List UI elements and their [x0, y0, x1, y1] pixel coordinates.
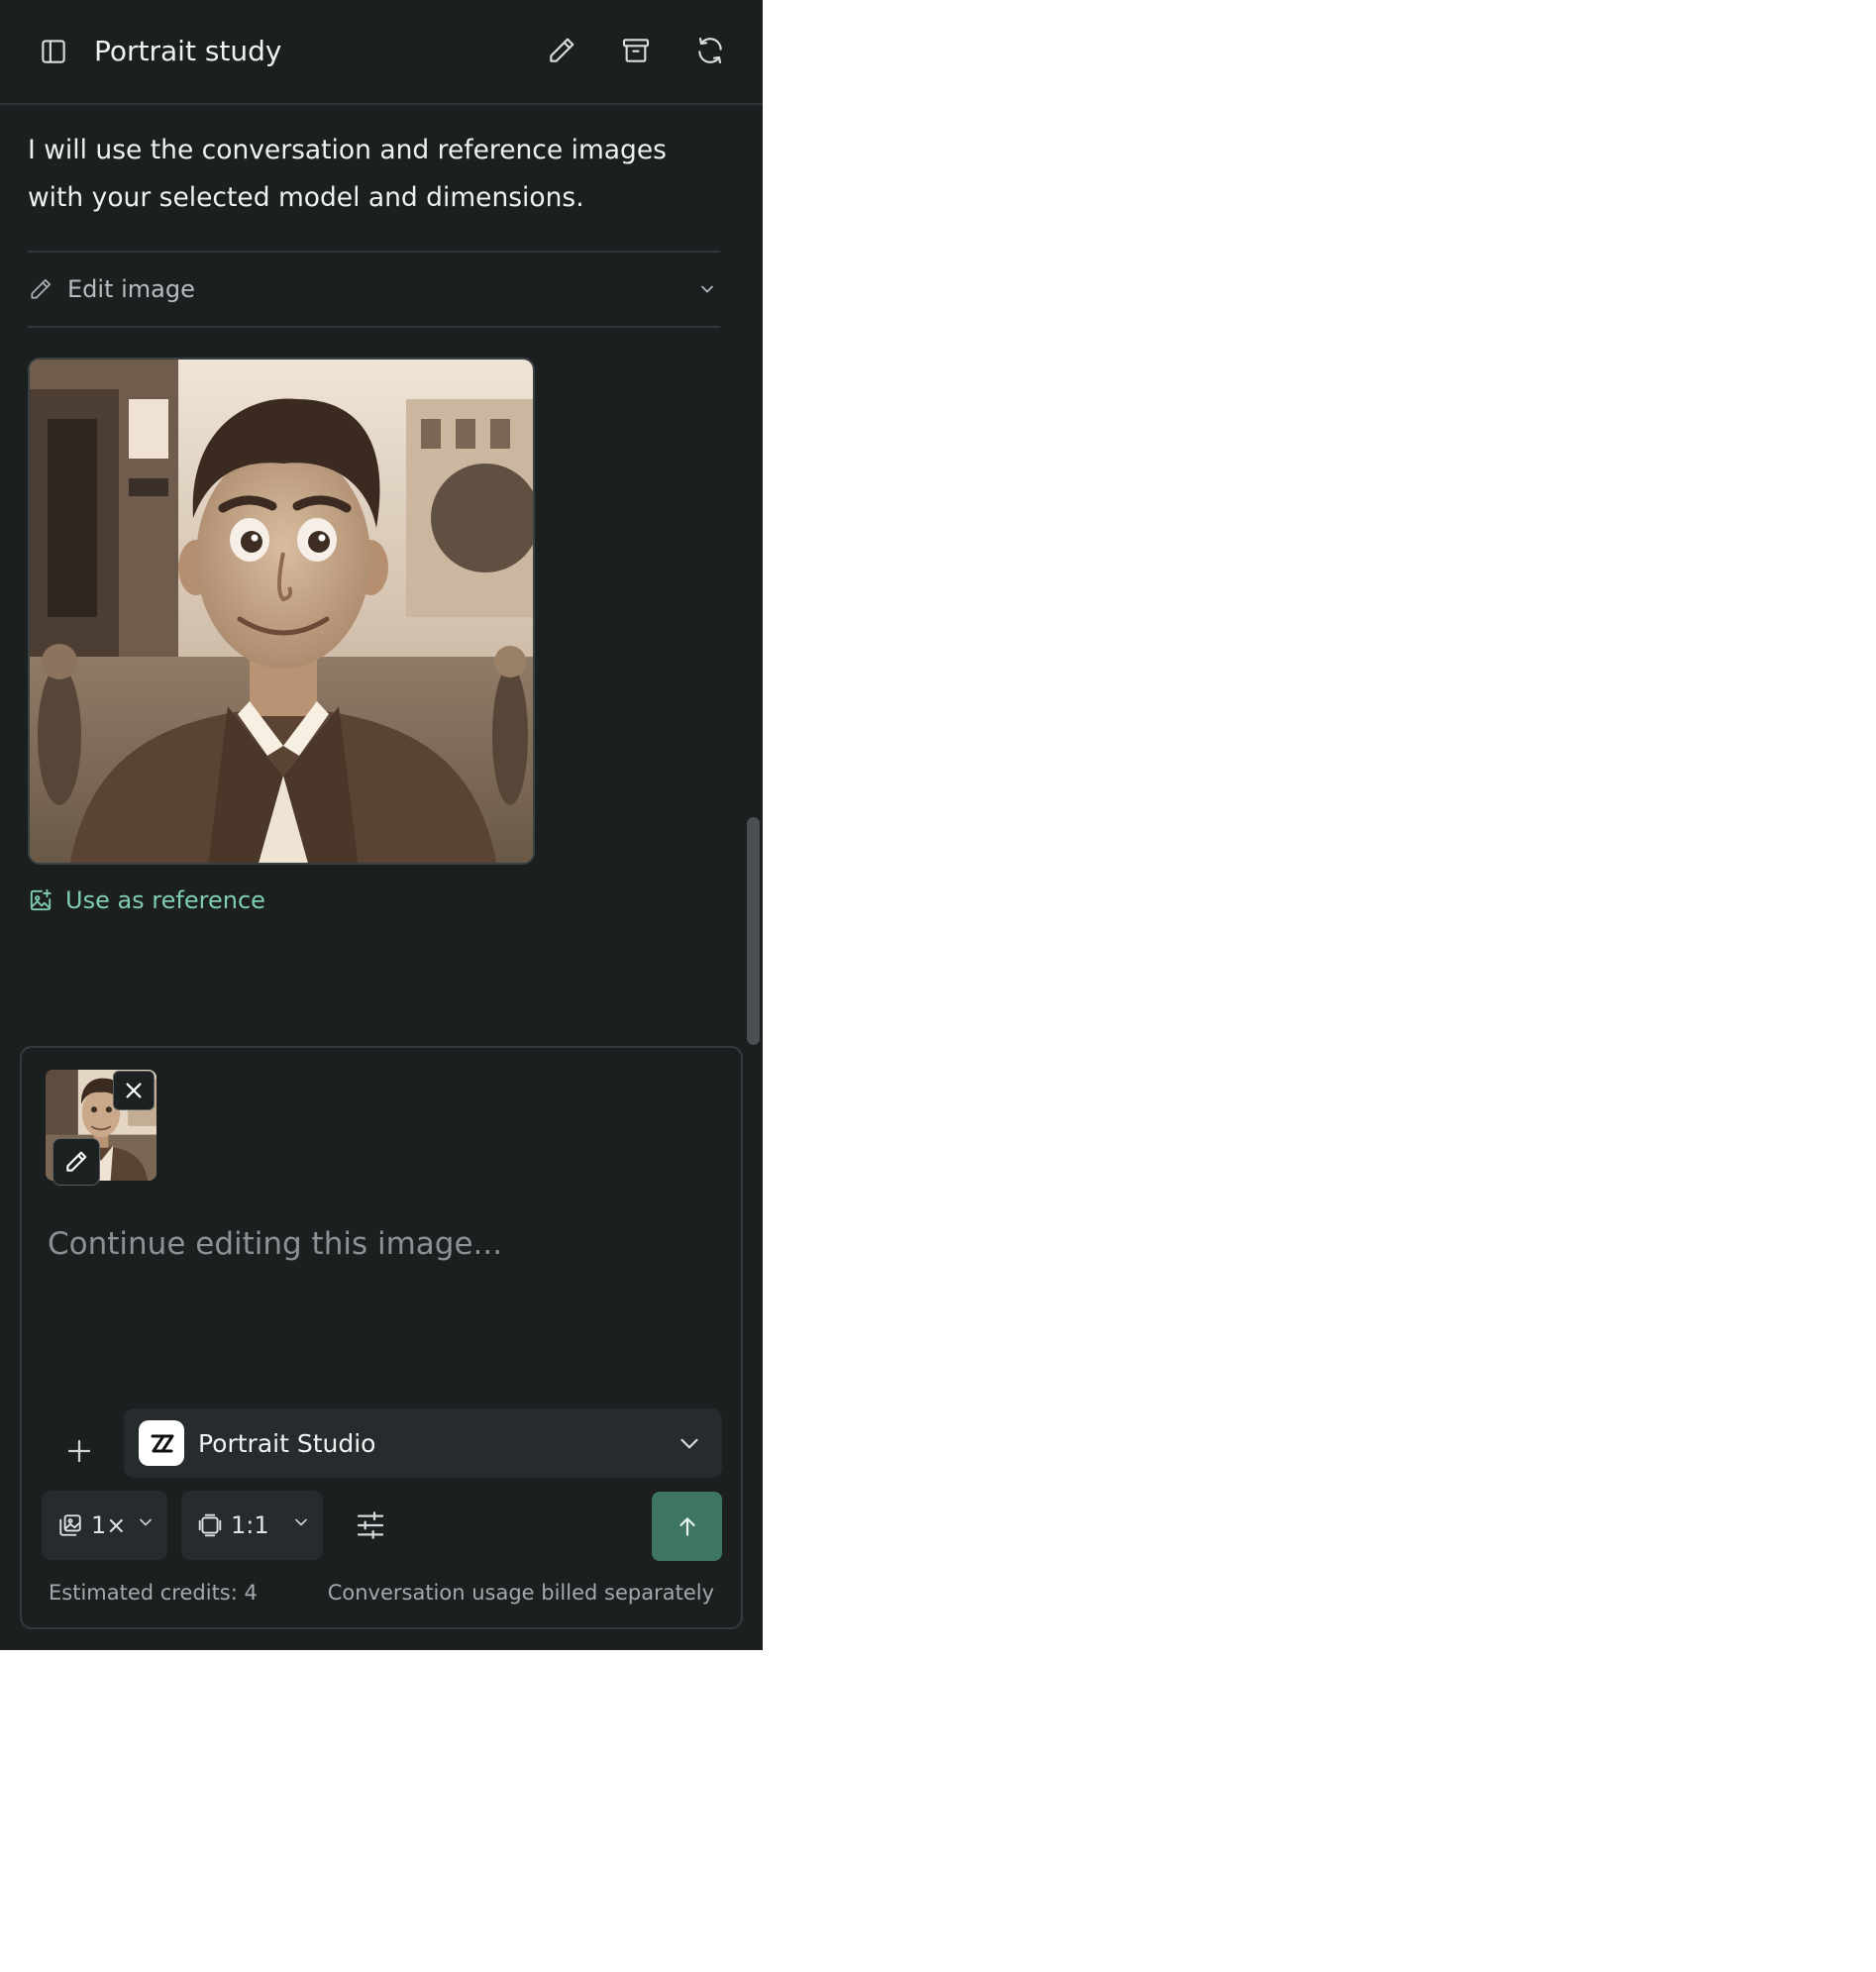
chevron-down-icon — [291, 1512, 311, 1532]
prompt-input[interactable] — [48, 1226, 721, 1345]
images-icon — [57, 1512, 83, 1538]
usage-note: Conversation usage billed separately — [327, 1581, 714, 1605]
advanced-settings-button[interactable] — [347, 1502, 394, 1549]
model-logo-icon — [139, 1420, 184, 1466]
use-as-reference-label: Use as reference — [65, 886, 265, 914]
chevron-down-icon — [694, 274, 720, 304]
arrow-up-icon — [678, 1517, 695, 1536]
composer: Portrait Studio 1× — [20, 1046, 743, 1629]
plus-icon — [67, 1439, 91, 1463]
scrollbar-thumb[interactable] — [747, 817, 760, 1045]
estimated-credits: Estimated credits: 4 — [49, 1581, 258, 1605]
aspect-ratio-value: 1:1 — [231, 1511, 269, 1539]
assistant-message: I will use the conversation and referenc… — [28, 135, 667, 213]
refresh-icon — [698, 37, 722, 64]
conversation-title: Portrait study — [94, 35, 282, 67]
edit-image-label: Edit image — [67, 275, 195, 303]
edit-image-toggle[interactable]: Edit image — [28, 251, 720, 328]
remove-reference-button[interactable] — [113, 1071, 155, 1110]
close-icon — [126, 1083, 142, 1098]
aspect-ratio-icon — [197, 1512, 223, 1538]
image-count-selector[interactable]: 1× — [42, 1491, 167, 1560]
portrait-illustration — [30, 360, 533, 863]
sliders-icon — [357, 1511, 384, 1539]
model-selector[interactable]: Portrait Studio — [124, 1408, 722, 1478]
use-as-reference-button[interactable]: Use as reference — [28, 886, 265, 914]
chevron-down-icon — [136, 1512, 156, 1532]
rename-button[interactable] — [541, 30, 582, 71]
refresh-button[interactable] — [689, 30, 731, 71]
header: Portrait study — [0, 0, 763, 105]
chat-panel: Portrait study I will use the conversati… — [0, 0, 763, 1650]
edit-reference-button[interactable] — [52, 1138, 100, 1186]
generated-image[interactable] — [28, 358, 535, 865]
aspect-ratio-selector[interactable]: 1:1 — [181, 1491, 323, 1560]
archive-icon — [622, 39, 650, 62]
pencil-icon — [28, 276, 53, 302]
add-attachment-button[interactable] — [55, 1427, 103, 1475]
model-name: Portrait Studio — [198, 1428, 376, 1458]
chevron-down-icon — [675, 1428, 704, 1458]
pencil-icon — [66, 1151, 87, 1172]
sidebar-icon — [42, 40, 65, 63]
image-count-value: 1× — [91, 1511, 127, 1539]
sidebar-toggle-button[interactable] — [34, 32, 73, 71]
send-button[interactable] — [652, 1492, 722, 1561]
pencil-icon — [550, 38, 574, 62]
image-plus-icon — [28, 887, 53, 913]
archive-button[interactable] — [615, 30, 657, 71]
